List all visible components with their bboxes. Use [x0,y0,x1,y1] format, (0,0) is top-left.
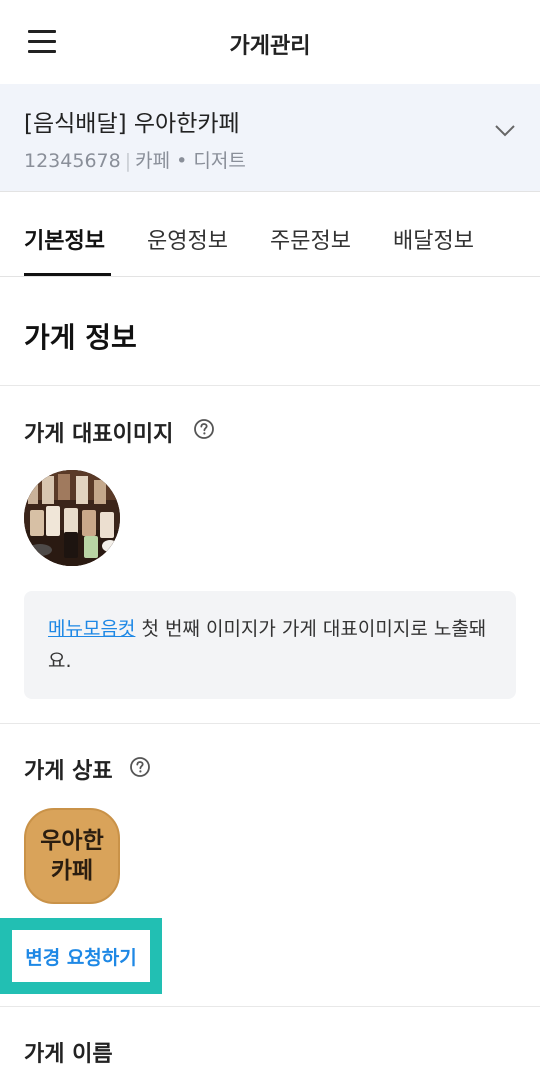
store-category: 카페 • 디저트 [135,150,246,172]
top-bar: 가게관리 [0,0,540,84]
store-selector[interactable]: [음식배달] 우아한카페 12345678 | 카페 • 디저트 [0,84,540,192]
menu-collection-link[interactable]: 메뉴모음컷 [48,618,135,640]
change-request-button[interactable]: 변경 요청하기 [12,930,150,982]
divider [0,1006,540,1007]
store-name-field-label: 가게 이름 [24,1042,113,1067]
help-icon[interactable] [129,756,151,778]
divider [0,385,540,386]
active-tab-indicator [24,273,111,276]
page-title: 가게관리 [229,34,311,59]
help-icon[interactable] [193,418,215,440]
section-title: 가게 정보 [24,321,137,354]
divider [0,723,540,724]
tab-basic-info[interactable]: 기본정보 [24,223,105,255]
representative-image-notice: 메뉴모음컷 첫 번째 이미지가 가게 대표이미지로 노출돼요. [24,591,516,699]
chevron-down-icon[interactable] [494,124,515,142]
representative-image [24,470,120,566]
tab-operation-info[interactable]: 운영정보 [147,223,228,255]
store-meta: 12345678 | 카페 • 디저트 [24,146,246,173]
tab-bar: 기본정보 운영정보 주문정보 배달정보 [0,193,540,277]
brand-logo: 우아한 카페 [24,808,120,904]
brand-logo-label: 가게 상표 [24,759,113,784]
store-name: [음식배달] 우아한카페 [24,111,240,137]
brand-logo-text-line1: 우아한 [40,828,104,854]
tab-delivery-info[interactable]: 배달정보 [393,223,474,255]
store-id: 12345678 [24,150,121,172]
store-meta-separator: | [124,150,132,172]
brand-logo-text-line2: 카페 [50,858,94,884]
representative-image-label: 가게 대표이미지 [24,422,174,447]
tab-order-info[interactable]: 주문정보 [270,223,351,255]
